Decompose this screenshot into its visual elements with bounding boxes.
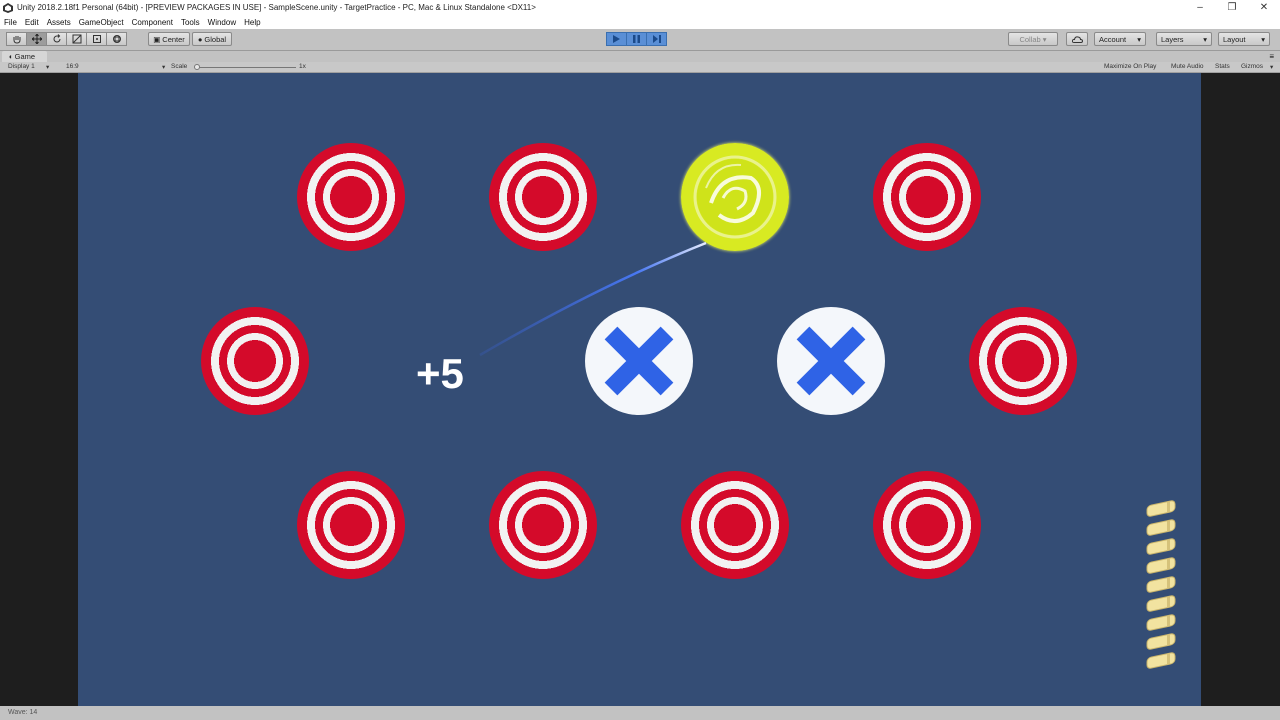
score-popup: +5 [416, 350, 464, 397]
bullet-icon [1146, 614, 1176, 631]
status-text: Wave: 14 [8, 709, 38, 716]
bullet-icon [1146, 500, 1176, 517]
bullet-icon [1146, 519, 1176, 536]
status-bar: Wave: 14 [0, 706, 1280, 720]
bullet-trail [479, 241, 707, 357]
bullet-icon [1146, 557, 1176, 574]
bullet-icon [1146, 576, 1176, 593]
bullet-icon [1146, 538, 1176, 555]
bullet-icon [1146, 652, 1176, 669]
bullet-icon [1146, 633, 1176, 650]
ammo-counter [1146, 500, 1176, 669]
bullet-icon [1146, 595, 1176, 612]
